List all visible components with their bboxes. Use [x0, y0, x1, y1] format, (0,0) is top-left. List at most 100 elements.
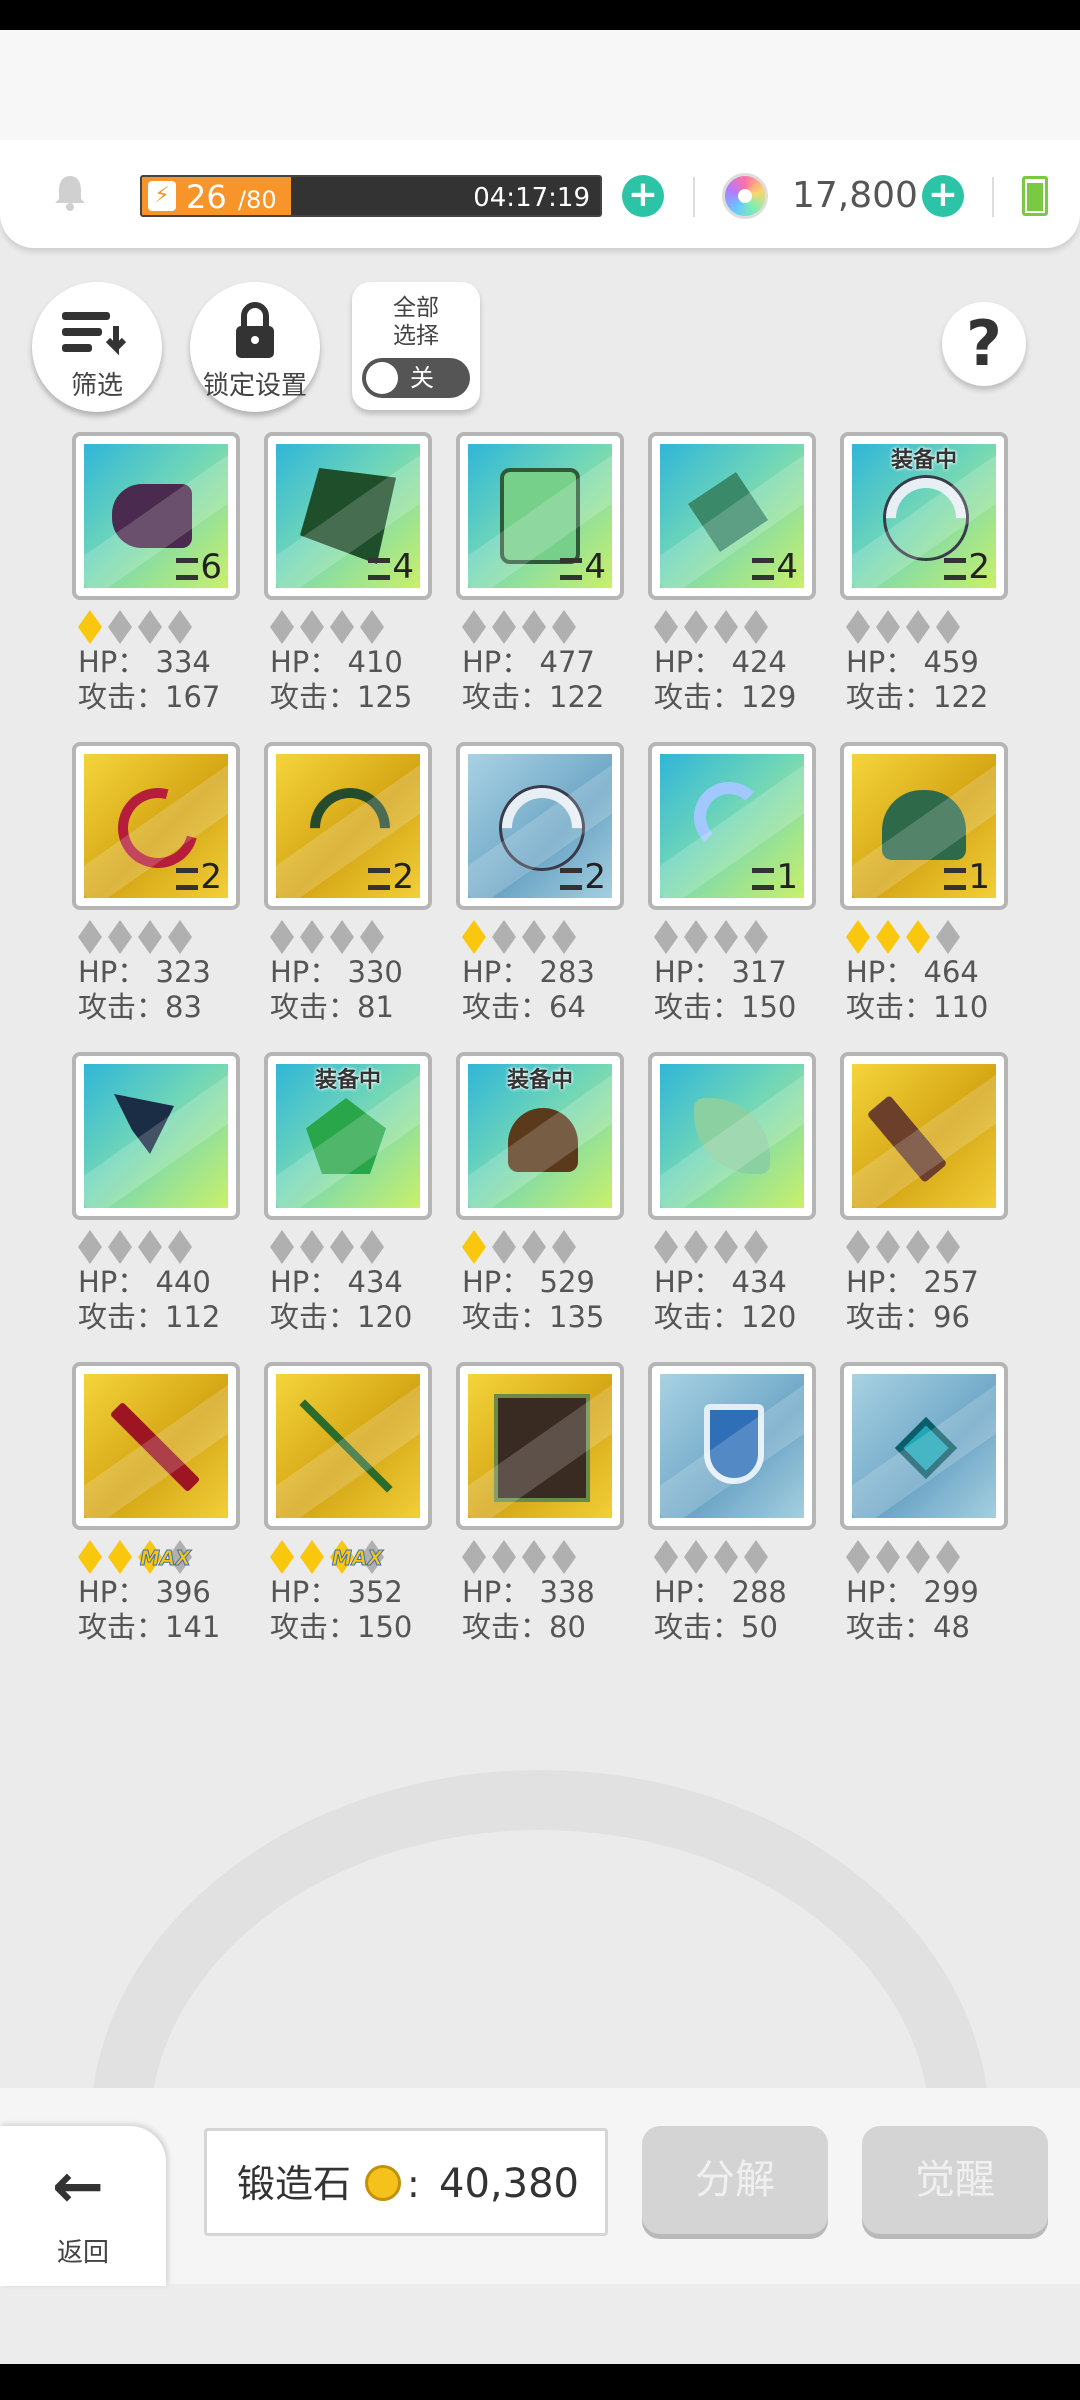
item-frame: [648, 1362, 816, 1530]
rank-stars: [270, 1230, 384, 1264]
rank-star-icon: [360, 920, 384, 954]
item-frame: [72, 1052, 240, 1220]
item-tile: [660, 1374, 804, 1518]
decompose-button[interactable]: 分解: [642, 2126, 828, 2234]
item-tile: [84, 1064, 228, 1208]
item-hp: HP： 330: [270, 955, 403, 989]
rank-star-icon: [876, 1230, 900, 1264]
rank-star-icon: [330, 610, 354, 644]
item-card[interactable]: 4 HP： 424 攻击：129: [648, 432, 816, 742]
item-attack: 攻击：135: [462, 1300, 605, 1334]
stack-icon: [176, 558, 198, 580]
item-frame: 6: [72, 432, 240, 600]
awaken-button[interactable]: 觉醒: [862, 2126, 1048, 2234]
item-attack: 攻击：150: [270, 1610, 413, 1644]
item-card[interactable]: 2 装备中 HP： 459 攻击：122: [840, 432, 1008, 742]
item-card[interactable]: 6 HP： 334 攻击：167: [72, 432, 240, 742]
item-card[interactable]: HP： 440 攻击：112: [72, 1052, 240, 1362]
rank-stars: [654, 1230, 768, 1264]
item-card[interactable]: HP： 338 攻击：80: [456, 1362, 624, 1672]
item-hp: HP： 352: [270, 1575, 403, 1609]
rank-star-icon: [330, 920, 354, 954]
item-book-icon: [494, 1394, 590, 1502]
item-card[interactable]: 2 HP： 330 攻击：81: [264, 742, 432, 1052]
item-card[interactable]: HP： 434 攻击：120: [648, 1052, 816, 1362]
rank-star-icon: [846, 920, 870, 954]
rank-star-icon: [492, 610, 516, 644]
forge-stone-colon: :: [407, 2162, 420, 2206]
item-hp: HP： 257: [846, 1265, 979, 1299]
item-card[interactable]: 2 HP： 323 攻击：83: [72, 742, 240, 1052]
equipped-tag: 装备中: [314, 1068, 381, 1093]
item-attack: 攻击：81: [270, 990, 394, 1024]
item-blade-icon: [866, 1094, 948, 1184]
help-button[interactable]: ?: [942, 302, 1026, 386]
add-gems-button[interactable]: +: [922, 175, 964, 217]
select-all-toggle[interactable]: 关: [362, 358, 470, 398]
item-hp: HP： 529: [462, 1265, 595, 1299]
back-button[interactable]: ← 返回: [0, 2126, 166, 2286]
rank-star-icon: [360, 610, 384, 644]
item-hp: HP： 464: [846, 955, 979, 989]
item-claw-icon: [688, 472, 768, 552]
rank-star-icon: [138, 610, 162, 644]
rank-stars: [462, 1230, 576, 1264]
item-card[interactable]: HP： 288 攻击：50: [648, 1362, 816, 1672]
divider: [992, 177, 994, 217]
rank-star-icon: [846, 1230, 870, 1264]
rank-star-icon: [684, 610, 708, 644]
rank-star-icon: [654, 610, 678, 644]
rank-star-icon: [270, 1540, 294, 1574]
item-hp: HP： 283: [462, 955, 595, 989]
rank-star-icon: [936, 1540, 960, 1574]
item-spear-icon: [299, 1399, 393, 1493]
item-frame: [840, 1362, 1008, 1530]
top-blank-area: [0, 30, 1080, 145]
rank-star-icon: [876, 920, 900, 954]
item-card[interactable]: MAX HP： 396 攻击：141: [72, 1362, 240, 1672]
item-card[interactable]: 2 HP： 283 攻击：64: [456, 742, 624, 1052]
filter-button[interactable]: 筛选: [32, 282, 162, 412]
rank-star-icon: [846, 1540, 870, 1574]
item-count: 2: [392, 857, 414, 897]
item-attack: 攻击：150: [654, 990, 797, 1024]
item-frame: 2 装备中: [840, 432, 1008, 600]
item-hp: HP： 459: [846, 645, 979, 679]
item-attack: 攻击：83: [78, 990, 202, 1024]
rank-star-icon: [492, 1230, 516, 1264]
add-energy-button[interactable]: +: [622, 175, 664, 217]
item-hp: HP： 410: [270, 645, 403, 679]
rank-star-icon: [78, 610, 102, 644]
item-card[interactable]: HP： 299 攻击：48: [840, 1362, 1008, 1672]
item-card[interactable]: 装备中 HP： 529 攻击：135: [456, 1052, 624, 1362]
rank-star-icon: [168, 1230, 192, 1264]
rank-star-icon: [78, 1230, 102, 1264]
rank-star-icon: [552, 610, 576, 644]
bell-icon[interactable]: [50, 172, 90, 212]
item-count: 1: [776, 857, 798, 897]
back-arrow-icon: ←: [52, 2149, 104, 2222]
rank-star-icon: [684, 1540, 708, 1574]
sort-filter-icon: [62, 312, 127, 356]
item-card[interactable]: 4 HP： 410 攻击：125: [264, 432, 432, 742]
item-sword-icon: [109, 1401, 201, 1493]
item-card[interactable]: MAX HP： 352 攻击：150: [264, 1362, 432, 1672]
item-card[interactable]: HP： 257 攻击：96: [840, 1052, 1008, 1362]
rank-star-icon: [360, 1230, 384, 1264]
rank-star-icon: [522, 1540, 546, 1574]
rank-star-icon: [462, 610, 486, 644]
item-hp: HP： 477: [462, 645, 595, 679]
item-frame: 2: [264, 742, 432, 910]
lock-settings-button[interactable]: 锁定设置: [190, 282, 320, 412]
item-tile: [468, 1374, 612, 1518]
item-attack: 攻击：167: [78, 680, 221, 714]
item-card[interactable]: 1 HP： 317 攻击：150: [648, 742, 816, 1052]
item-card[interactable]: 装备中 HP： 434 攻击：120: [264, 1052, 432, 1362]
item-card[interactable]: 1 HP： 464 攻击：110: [840, 742, 1008, 1052]
rank-star-icon: [936, 920, 960, 954]
item-frame: 4: [456, 432, 624, 600]
item-card[interactable]: 4 HP： 477 攻击：122: [456, 432, 624, 742]
rank-star-icon: [552, 1540, 576, 1574]
stack-icon: [944, 868, 966, 890]
item-count: 4: [392, 547, 414, 587]
